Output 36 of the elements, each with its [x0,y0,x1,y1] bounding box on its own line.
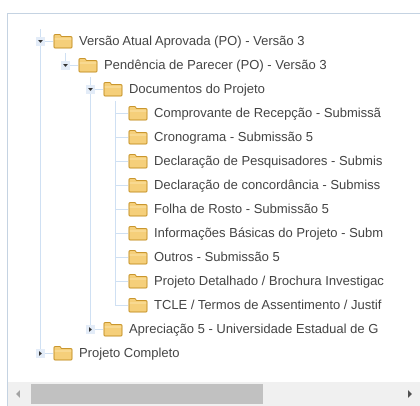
folder-icon [78,57,98,73]
folder-icon [128,225,148,241]
folder-icon [128,105,148,121]
folder-icon [103,321,123,337]
folder-icon [128,249,148,265]
tree-item[interactable]: Outros - Submissão 5 [154,248,280,266]
expander-toggle[interactable] [86,325,95,334]
folder-icon [128,273,148,289]
tree-item[interactable]: TCLE / Termos de Assentimento / Justif [154,296,382,314]
tree-item[interactable]: Comprovante de Recepção - Submissã [154,104,381,122]
tree-item[interactable]: Apreciação 5 - Universidade Estadual de G [129,320,378,338]
tree-item[interactable]: Pendência de Parecer (PO) - Versão 3 [104,56,327,74]
tree-item[interactable]: Declaração de concordância - Submiss [154,176,380,194]
folder-icon [128,129,148,145]
expander-toggle[interactable] [86,85,95,94]
scrollbar-thumb[interactable] [31,384,263,404]
folder-icon [128,153,148,169]
tree-item[interactable]: Cronograma - Submissão 5 [154,128,313,146]
folder-icon [103,81,123,97]
folder-icon [53,33,73,49]
folder-icon [128,297,148,313]
expander-toggle[interactable] [61,61,70,70]
folder-icon [128,177,148,193]
tree-item[interactable]: Projeto Detalhado / Brochura Investigac [154,272,384,290]
folder-icon [128,201,148,217]
expander-toggle[interactable] [36,349,45,358]
tree-item[interactable]: Versão Atual Aprovada (PO) - Versão 3 [79,32,304,50]
tree-item[interactable]: Projeto Completo [79,344,180,362]
folder-icon [53,345,73,361]
scroll-right-icon[interactable] [407,390,413,398]
tree-item[interactable]: Declaração de Pesquisadores - Submis [154,152,382,170]
tree-item[interactable]: Documentos do Projeto [129,80,265,98]
tree-item[interactable]: Folha de Rosto - Submissão 5 [154,200,329,218]
expander-toggle[interactable] [36,37,45,46]
horizontal-scrollbar[interactable] [8,382,420,406]
tree-item[interactable]: Informações Básicas do Projeto - Subm [154,224,384,242]
